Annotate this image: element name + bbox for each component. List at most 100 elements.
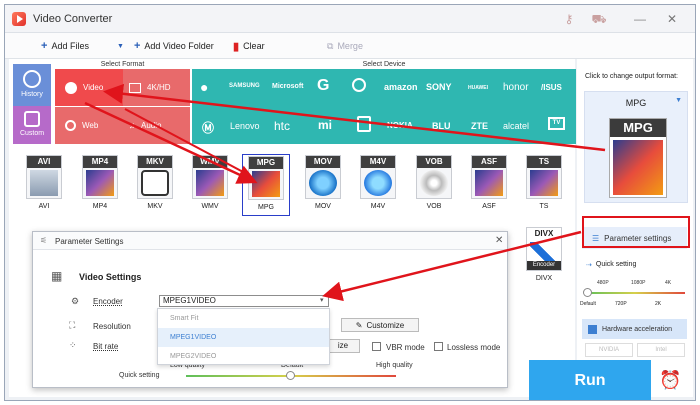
- history-tile[interactable]: History: [13, 64, 51, 106]
- toolbar: + Add Files ▼ + Add Video Folder ▮ Clear…: [5, 33, 695, 59]
- device-samsung[interactable]: SAMSUNG: [229, 83, 260, 89]
- encoder-option-smart-fit[interactable]: Smart Fit: [158, 309, 329, 328]
- format-divx-label: DIVX: [535, 275, 553, 282]
- format-mov[interactable]: MOV MOV: [299, 155, 347, 215]
- device-lenovo[interactable]: Lenovo: [230, 121, 260, 131]
- category-web[interactable]: Web: [55, 107, 123, 144]
- res-480p: 480P: [597, 280, 609, 286]
- add-files-label: Add Files: [51, 41, 89, 51]
- motorola-icon[interactable]: Ⓜ: [202, 119, 214, 136]
- category-audio-label: Audio: [141, 121, 162, 130]
- output-format-card[interactable]: MPG ▼ MPG: [584, 91, 688, 203]
- pencil-icon: ✎: [355, 320, 363, 330]
- res-2k: 2K: [655, 301, 662, 307]
- device-amazon[interactable]: amazon: [384, 82, 418, 92]
- device-grid: ● SAMSUNG Microsoft G amazon SONY HUAWEI…: [192, 69, 576, 144]
- mpg-icon-badge: MPG: [610, 119, 666, 137]
- encoder-option-mpeg1[interactable]: MPEG1VIDEO: [158, 328, 329, 347]
- category-audio[interactable]: ♫ Audio: [123, 107, 190, 144]
- format-ts[interactable]: TS TS: [520, 155, 568, 215]
- film-icon: [613, 140, 663, 195]
- format-avi[interactable]: AVI AVI: [20, 155, 68, 215]
- device-tv[interactable]: TV: [548, 117, 565, 130]
- vbr-label: VBR mode: [386, 343, 425, 352]
- checkbox-icon: [588, 324, 597, 334]
- custom-label: Custom: [19, 130, 45, 137]
- plus-icon: +: [133, 40, 141, 52]
- format-wmv-label: WMV: [201, 203, 219, 210]
- chrome-icon: [65, 120, 76, 131]
- dropdown-arrow-icon: ▼: [117, 42, 124, 50]
- category-video[interactable]: Video: [55, 69, 123, 106]
- add-video-folder-button[interactable]: ▼ + Add Video Folder: [117, 38, 214, 54]
- lossless-checkbox[interactable]: [434, 342, 443, 351]
- format-m4v[interactable]: M4V M4V: [354, 155, 402, 215]
- add-files-button[interactable]: + Add Files: [41, 38, 89, 54]
- device-google[interactable]: G: [317, 77, 329, 95]
- video-converter-window: Video Converter ⚷ ⛟ — ✕ + Add Files ▼ + …: [4, 4, 696, 401]
- format-wmv[interactable]: WMV WMV: [186, 155, 234, 215]
- format-mp4-badge: MP4: [83, 156, 117, 168]
- chevron-down-icon[interactable]: ▾: [320, 296, 324, 304]
- device-honor[interactable]: honor: [503, 82, 529, 93]
- device-huawei[interactable]: HUAWEI: [468, 85, 488, 91]
- dialog-close-icon[interactable]: ✕: [495, 235, 503, 246]
- gpu-intel[interactable]: Intel: [637, 343, 685, 357]
- phone-icon[interactable]: [357, 116, 371, 132]
- clear-button[interactable]: ▮ Clear: [233, 38, 265, 54]
- mpg-format-icon: MPG: [609, 118, 667, 198]
- format-m4v-badge: M4V: [361, 156, 395, 168]
- lossless-label: Lossless mode: [447, 343, 501, 352]
- merge-icon: ⧉: [327, 40, 334, 51]
- quality-slider-handle[interactable]: [286, 371, 295, 380]
- apple-icon[interactable]: ●: [200, 79, 208, 95]
- format-asf[interactable]: ASF ASF: [465, 155, 513, 215]
- device-xiaomi[interactable]: mi: [318, 118, 332, 132]
- device-alcatel[interactable]: alcatel: [503, 121, 529, 131]
- custom-tile[interactable]: Custom: [13, 106, 51, 144]
- gear-icon: ⚙: [71, 296, 80, 306]
- slider-handle[interactable]: [583, 288, 592, 297]
- device-nokia[interactable]: NOKIA: [387, 121, 413, 130]
- device-htc[interactable]: htc: [274, 119, 290, 133]
- gpu-nvidia[interactable]: NVIDIA: [585, 343, 633, 357]
- vbr-checkbox[interactable]: [372, 342, 381, 351]
- format-ts-badge: TS: [527, 156, 561, 168]
- minimize-button[interactable]: —: [631, 10, 649, 28]
- alarm-clock-icon[interactable]: ⏰: [659, 370, 681, 391]
- close-button[interactable]: ✕: [663, 10, 681, 28]
- bitrate-size-button[interactable]: ize: [326, 339, 360, 353]
- output-hint: Click to change output format:: [585, 73, 678, 80]
- format-vob[interactable]: VOB VOB: [410, 155, 458, 215]
- device-blu[interactable]: BLU: [432, 121, 451, 131]
- key-icon[interactable]: ⚷: [560, 10, 578, 28]
- lg-icon[interactable]: [352, 78, 366, 92]
- category-4k-hd[interactable]: 4K/HD: [123, 69, 190, 106]
- format-mpg[interactable]: MPG MPG: [242, 154, 290, 216]
- resolution-icon: ⛶: [69, 320, 76, 330]
- encoder-select[interactable]: MPEG1VIDEO: [159, 295, 329, 307]
- device-sony[interactable]: SONY: [426, 82, 452, 92]
- merge-button[interactable]: ⧉ Merge: [327, 38, 363, 54]
- device-microsoft[interactable]: Microsoft: [272, 83, 304, 90]
- encoder-option-mpeg2[interactable]: MPEG2VIDEO: [158, 347, 329, 366]
- parameter-settings-highlight: [582, 216, 690, 248]
- device-asus[interactable]: /ISUS: [541, 83, 562, 92]
- film-icon: [530, 170, 558, 196]
- plus-icon: +: [41, 40, 48, 52]
- format-mp4[interactable]: MP4 MP4: [76, 155, 124, 215]
- hardware-acceleration-toggle[interactable]: Hardware acceleration: [582, 319, 687, 339]
- format-mp4-label: MP4: [92, 203, 108, 210]
- cart-icon[interactable]: ⛟: [590, 10, 608, 28]
- format-vob-badge: VOB: [417, 156, 451, 168]
- parameter-settings-dialog: ⚟ Parameter Settings ✕ ▦ Video Settings …: [32, 231, 508, 388]
- hw-accel-label: Hardware acceleration: [602, 325, 673, 333]
- format-divx[interactable]: DIVX Encoder DIVX: [520, 227, 568, 287]
- res-720p: 720P: [615, 301, 627, 307]
- device-zte[interactable]: ZTE: [471, 121, 488, 131]
- output-dropdown-icon: ▼: [675, 97, 682, 104]
- customize-button[interactable]: ✎ Customize: [341, 318, 419, 332]
- format-mkv[interactable]: MKV MKV: [131, 155, 179, 215]
- run-button[interactable]: Run: [529, 360, 651, 400]
- quick-setting-slider[interactable]: [585, 292, 685, 294]
